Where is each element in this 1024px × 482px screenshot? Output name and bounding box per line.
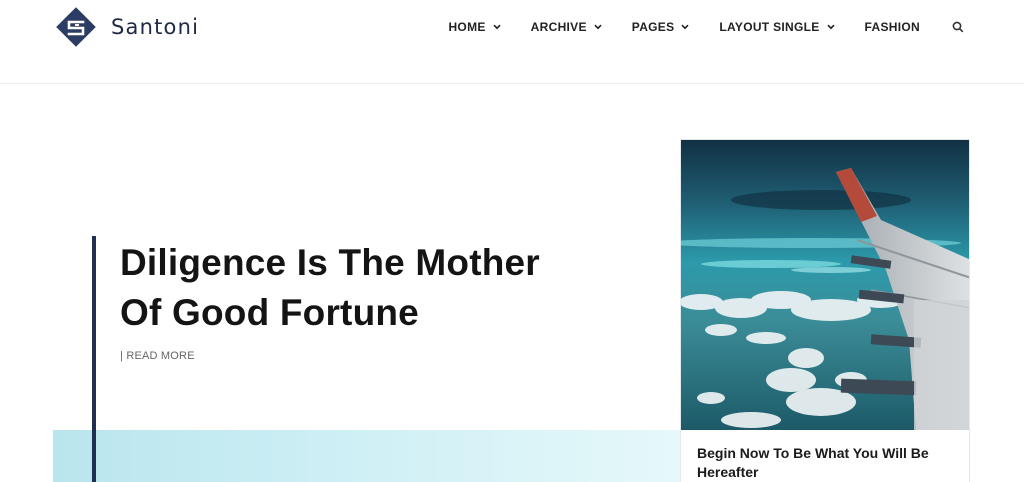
- nav-item-pages[interactable]: PAGES: [632, 20, 690, 34]
- nav-item-home[interactable]: HOME: [448, 20, 501, 34]
- site-name: Santoni: [111, 15, 200, 39]
- site-header: Santoni HOME ARCHIVE PAGES LAYOUT SINGLE…: [0, 0, 1024, 84]
- chevron-down-icon: [493, 24, 501, 30]
- read-more-link[interactable]: | READ MORE: [120, 350, 195, 362]
- nav-item-label: PAGES: [631, 20, 675, 34]
- nav-item-fashion[interactable]: FASHION: [865, 20, 920, 34]
- chevron-down-icon: [594, 24, 602, 30]
- card-title[interactable]: Begin Now To Be What You Will Be Hereaft…: [697, 444, 947, 482]
- nav-item-archive[interactable]: ARCHIVE: [531, 20, 602, 34]
- main-navigation: HOME ARCHIVE PAGES LAYOUT SINGLE FASHION: [448, 18, 964, 36]
- nav-item-label: LAYOUT SINGLE: [719, 20, 820, 34]
- hero-accent-bar: [92, 236, 96, 482]
- hero-background-strip: [53, 430, 683, 482]
- chevron-down-icon: [826, 24, 835, 30]
- featured-post-card: Begin Now To Be What You Will Be Hereaft…: [680, 139, 970, 482]
- site-logo[interactable]: Santoni: [53, 4, 199, 50]
- airplane-wing-image[interactable]: [681, 140, 970, 430]
- hero-title[interactable]: Diligence Is The Mother Of Good Fortune: [120, 238, 580, 338]
- chevron-down-icon: [681, 24, 689, 30]
- nav-item-label: HOME: [448, 20, 486, 34]
- nav-item-layout-single[interactable]: LAYOUT SINGLE: [719, 20, 835, 34]
- santoni-logo-icon: [56, 7, 96, 47]
- nav-item-label: ARCHIVE: [530, 20, 587, 34]
- nav-item-label: FASHION: [864, 20, 920, 34]
- search-icon[interactable]: [952, 21, 964, 33]
